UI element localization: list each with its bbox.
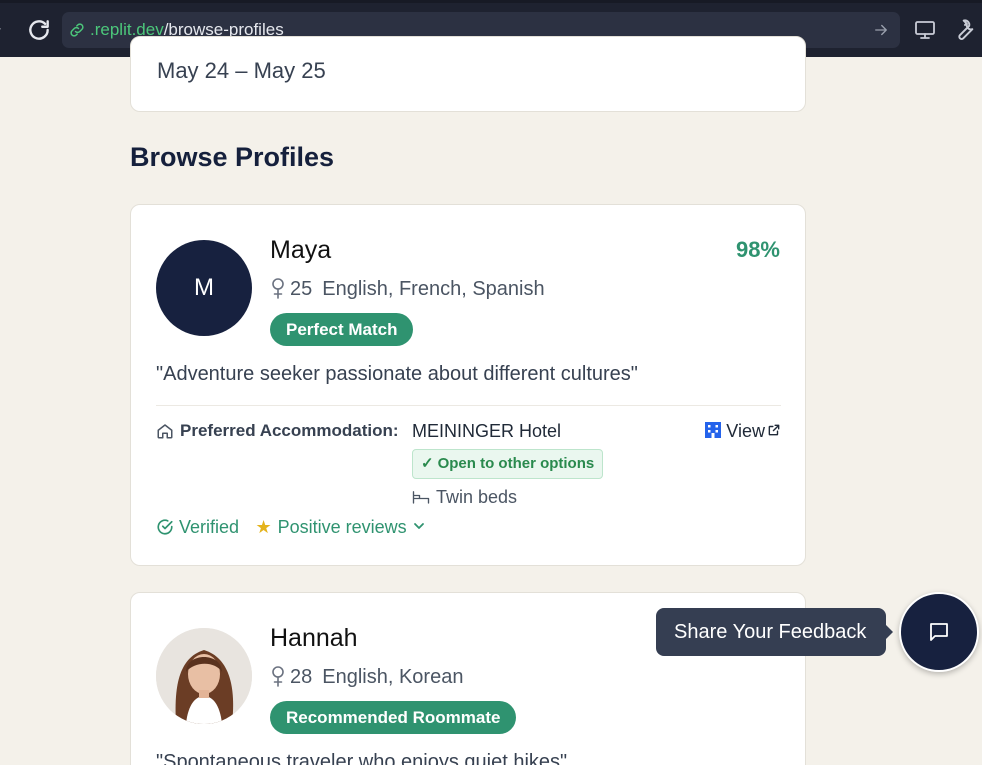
page-title: Browse Profiles — [130, 142, 335, 172]
profile-card[interactable]: M Maya 25 English, French, Spanish Perfec… — [130, 204, 806, 566]
star-icon: ★ — [255, 517, 272, 537]
female-icon — [272, 278, 284, 299]
bed-type-label: Twin beds — [436, 487, 518, 507]
divider — [156, 405, 781, 406]
feedback-tooltip: Share Your Feedback — [656, 608, 893, 656]
profile-age: 28 — [290, 666, 313, 688]
profile-languages: English, Korean — [322, 666, 464, 688]
avatar — [156, 628, 252, 724]
chevron-down-icon — [413, 523, 424, 529]
check-icon: ✓ — [421, 455, 434, 472]
monitor-icon[interactable] — [912, 18, 938, 42]
profile-name: Hannah — [270, 624, 358, 652]
positive-reviews-toggle[interactable]: ★ Positive reviews — [256, 517, 425, 538]
profile-quote: "Adventure seeker passionate about diffe… — [156, 363, 638, 385]
hotel-icon — [705, 422, 722, 438]
arrow-right-icon[interactable] — [872, 21, 890, 39]
bed-icon — [412, 491, 430, 504]
home-icon — [157, 424, 173, 439]
profile-meta: 25 English, French, Spanish — [270, 277, 545, 301]
profile-photo — [156, 628, 252, 724]
match-badge: Perfect Match — [270, 313, 414, 346]
verified-check-icon — [157, 519, 173, 535]
profile-quote: "Spontaneous traveler who enjoys quiet h… — [156, 751, 568, 765]
bed-type: Twin beds — [412, 487, 517, 508]
wrench-icon[interactable] — [951, 17, 977, 43]
reviews-label: Positive reviews — [277, 517, 407, 537]
accommodation-label: Preferred Accommodation: — [180, 421, 399, 440]
accommodation-row: Preferred Accommodation: MEININGER Hotel… — [156, 421, 781, 445]
profile-meta: 28 English, Korean — [270, 665, 463, 689]
match-badge: Recommended Roommate — [270, 701, 517, 734]
external-link-icon — [768, 424, 780, 436]
verified-label: Verified — [179, 517, 240, 537]
view-label: View — [726, 421, 765, 441]
message-icon — [930, 623, 948, 641]
feedback-button[interactable] — [899, 592, 979, 672]
trip-dates-card: May 24 – May 25 — [130, 36, 806, 112]
profile-languages: English, French, Spanish — [322, 278, 545, 300]
profile-footer: Verified ★ Positive reviews — [156, 517, 425, 539]
profile-name: Maya — [270, 236, 332, 264]
forward-icon[interactable]: › — [0, 21, 8, 37]
verified-status: Verified — [156, 517, 239, 538]
avatar: M — [156, 240, 252, 336]
match-percent: 98% — [735, 237, 780, 262]
profile-age: 25 — [290, 278, 313, 300]
trip-dates: May 24 – May 25 — [157, 58, 326, 83]
view-hotel-link[interactable]: View — [704, 421, 781, 443]
open-to-options-tag: ✓ Open to other options — [412, 449, 604, 479]
female-icon — [272, 666, 284, 687]
open-to-options-label: Open to other options — [437, 455, 595, 472]
tab-strip — [0, 0, 982, 3]
link-icon — [70, 23, 84, 37]
reload-icon[interactable] — [26, 17, 52, 43]
hotel-name: MEININGER Hotel — [412, 421, 562, 441]
